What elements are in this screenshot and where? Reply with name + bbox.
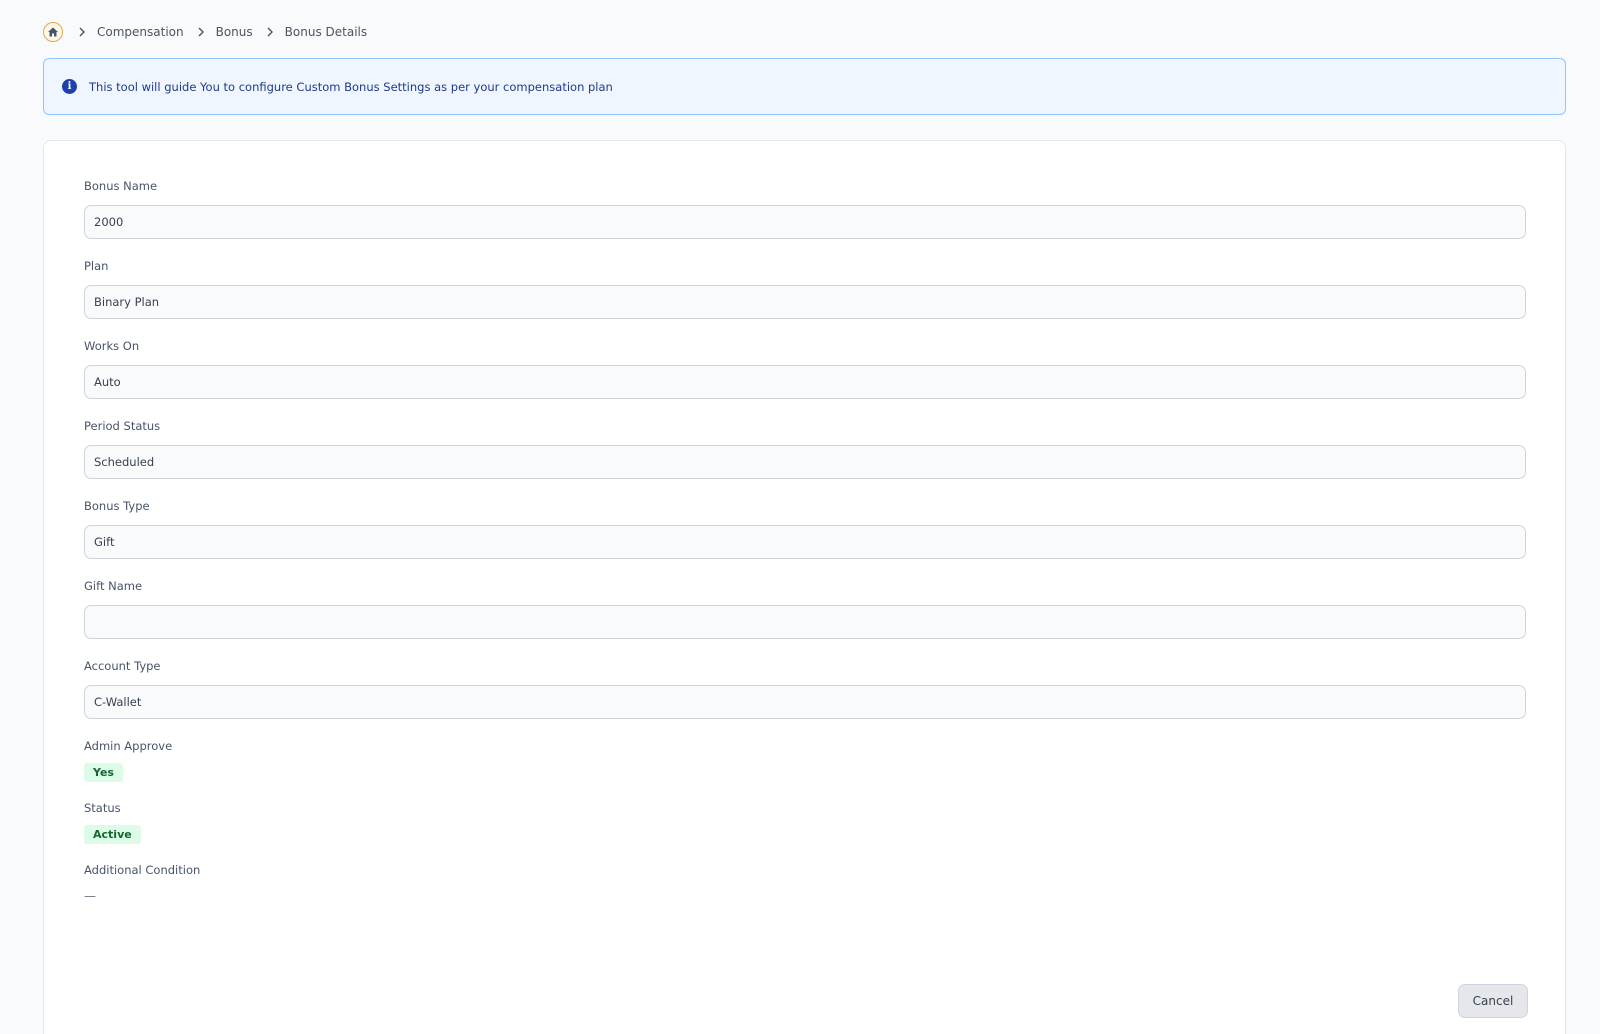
bonus-details-card: Bonus Name Plan Works On Period Status B…	[43, 140, 1566, 1034]
period-status-input[interactable]	[84, 445, 1526, 479]
info-banner-text: This tool will guide You to configure Cu…	[89, 79, 613, 94]
breadcrumb-bonus-details: Bonus Details	[284, 25, 368, 39]
info-banner: i This tool will guide You to configure …	[43, 58, 1566, 115]
plan-input[interactable]	[84, 285, 1526, 319]
bonus-name-label: Bonus Name	[84, 179, 158, 193]
breadcrumb: Compensation Bonus Bonus Details	[43, 22, 367, 42]
period-status-label: Period Status	[84, 419, 161, 433]
account-type-label: Account Type	[84, 659, 161, 673]
chevron-right-icon	[75, 25, 89, 39]
bonus-type-input[interactable]	[84, 525, 1526, 559]
info-icon: i	[62, 79, 77, 94]
chevron-right-icon	[263, 25, 277, 39]
breadcrumb-bonus[interactable]: Bonus	[216, 25, 253, 39]
admin-approve-badge: Yes	[84, 763, 123, 782]
additional-condition-label: Additional Condition	[84, 863, 201, 877]
bonus-type-label: Bonus Type	[84, 499, 150, 513]
bonus-name-input[interactable]	[84, 205, 1526, 239]
bonus-details-page: Compensation Bonus Bonus Details i This …	[0, 0, 1600, 1034]
admin-approve-label: Admin Approve	[84, 739, 173, 753]
status-label: Status	[84, 801, 121, 815]
works-on-input[interactable]	[84, 365, 1526, 399]
breadcrumb-compensation[interactable]: Compensation	[97, 25, 184, 39]
account-type-input[interactable]	[84, 685, 1526, 719]
cancel-button[interactable]: Cancel	[1458, 984, 1528, 1018]
additional-condition-value: —	[84, 889, 96, 903]
status-badge: Active	[84, 825, 141, 844]
chevron-right-icon	[194, 25, 208, 39]
home-icon[interactable]	[43, 22, 63, 42]
works-on-label: Works On	[84, 339, 140, 353]
plan-label: Plan	[84, 259, 109, 273]
gift-name-label: Gift Name	[84, 579, 143, 593]
gift-name-input[interactable]	[84, 605, 1526, 639]
